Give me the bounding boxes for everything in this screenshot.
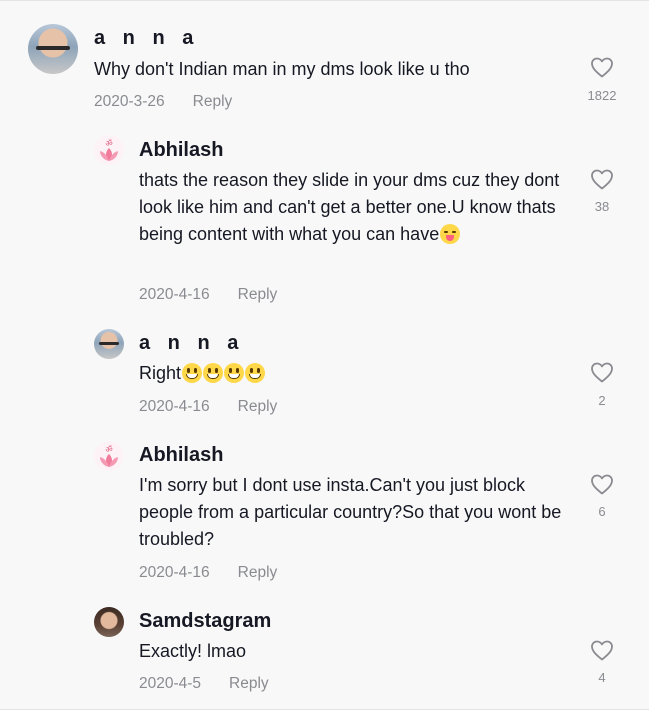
grinning-face-emoji — [224, 363, 245, 383]
comment-meta: 2020-4-5 Reply — [139, 675, 269, 693]
comment-username[interactable]: a n n a — [94, 27, 199, 50]
like-count: 1822 — [587, 88, 617, 103]
comment-text: Right — [139, 360, 579, 387]
reply-button[interactable]: Reply — [238, 286, 278, 303]
heart-outline-icon[interactable] — [590, 639, 614, 661]
grinning-face-emoji — [203, 363, 224, 383]
comment-text: Why don't Indian man in my dms look like… — [94, 59, 470, 79]
comment-text: Exactly! lmao — [139, 641, 247, 661]
comment-date: 2020-3-26 — [94, 93, 165, 110]
avatar[interactable]: ॐ — [94, 441, 124, 471]
comment-date: 2020-4-16 — [139, 398, 210, 415]
comment-meta: 2020-4-16 Reply — [139, 286, 277, 304]
like-count: 38 — [594, 199, 610, 214]
comment-meta: 2020-3-26 Reply — [94, 93, 232, 111]
svg-text:ॐ: ॐ — [105, 139, 112, 148]
comment-meta: 2020-4-16 Reply — [139, 398, 277, 416]
grinning-face-emoji — [245, 363, 266, 383]
comment-username[interactable]: Abhilash — [139, 444, 223, 467]
like-count: 4 — [598, 670, 606, 685]
like-count: 6 — [598, 504, 606, 519]
like-count: 2 — [598, 393, 606, 408]
comment-date: 2020-4-5 — [139, 675, 202, 692]
svg-text:ॐ: ॐ — [105, 445, 112, 454]
avatar[interactable] — [94, 329, 124, 359]
squinting-tongue-emoji — [440, 224, 461, 244]
reply-button[interactable]: Reply — [229, 675, 269, 692]
lotus-icon: ॐ — [100, 139, 118, 161]
reply-button[interactable]: Reply — [238, 398, 278, 415]
avatar[interactable] — [28, 24, 78, 74]
comment-date: 2020-4-16 — [139, 564, 210, 581]
heart-outline-icon[interactable] — [590, 56, 614, 78]
avatar[interactable]: ॐ — [94, 135, 124, 165]
comment-text: thats the reason they slide in your dms … — [139, 170, 560, 244]
comment-username[interactable]: Abhilash — [139, 139, 223, 162]
comment-username[interactable]: a n n a — [139, 332, 244, 355]
avatar[interactable] — [94, 607, 124, 637]
reply-button[interactable]: Reply — [238, 564, 278, 581]
comment-text: I'm sorry but I dont use insta.Can't you… — [139, 475, 562, 549]
heart-outline-icon[interactable] — [590, 361, 614, 383]
reply-button[interactable]: Reply — [193, 93, 233, 110]
comment-username[interactable]: Samdstagram — [139, 610, 271, 633]
lotus-icon: ॐ — [100, 445, 118, 467]
comment-meta: 2020-4-16 Reply — [139, 564, 277, 582]
grinning-face-emoji — [182, 363, 203, 383]
top-divider — [0, 0, 649, 1]
heart-outline-icon[interactable] — [590, 168, 614, 190]
comment-date: 2020-4-16 — [139, 286, 210, 303]
heart-outline-icon[interactable] — [590, 473, 614, 495]
